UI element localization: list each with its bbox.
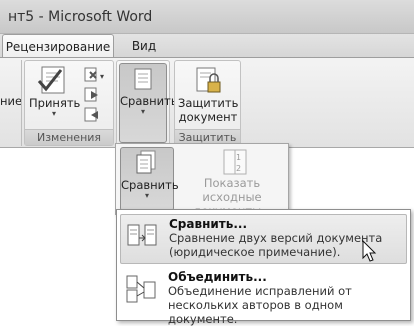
window-title: нт5 - Microsoft Word xyxy=(8,9,153,25)
show-source-label-line1: Показать исходные xyxy=(202,176,262,204)
next-change-button[interactable] xyxy=(83,106,109,124)
compare-ribbon-caret-icon: ▾ xyxy=(140,107,145,116)
changes-group-label: Изменения xyxy=(25,129,113,145)
menu-item-combine-desc-1: Объединение исправлений от xyxy=(168,284,352,298)
window-title-bar: нт5 - Microsoft Word xyxy=(0,0,414,34)
compare-two-versions-icon xyxy=(127,224,157,246)
accept-icon xyxy=(37,66,65,94)
ribbon: ние Принять ▾ ▾ Изменения Сравнить ▾ Защ… xyxy=(0,57,414,148)
show-source-documents-icon: 1 2 xyxy=(223,149,247,175)
next-change-icon xyxy=(84,107,98,122)
lock-icon xyxy=(196,67,221,93)
compare-ribbon-button[interactable]: Сравнить ▾ xyxy=(119,63,178,143)
menu-item-compare-title: Сравнить... xyxy=(169,217,248,231)
reject-icon: ▾ xyxy=(84,67,104,82)
menu-item-combine-desc-2: нескольких авторов в одном документе. xyxy=(168,298,343,326)
svg-text:2: 2 xyxy=(236,164,241,173)
svg-text:▾: ▾ xyxy=(100,72,104,81)
menu-item-compare-desc-2: (юридическое примечание). xyxy=(169,245,341,259)
protect-document-button[interactable]: Защитить документ ▾ xyxy=(178,64,239,138)
ribbon-partial-label: ние xyxy=(0,94,23,108)
compare-menu: Сравнить... Сравнение двух версий докуме… xyxy=(116,209,411,326)
mouse-cursor-icon xyxy=(362,240,377,262)
compare-dropdown: Сравнить ▾ 1 2 Показать исходные докумен… xyxy=(115,143,289,218)
tab-review-label: Рецензирование xyxy=(5,40,111,54)
changes-group: Принять ▾ ▾ Изменения xyxy=(24,60,114,146)
tab-review[interactable]: Рецензирование xyxy=(2,34,114,58)
menu-item-combine-title: Объединить... xyxy=(168,270,267,284)
menu-item-combine[interactable]: Объединить... Объединение исправлений от… xyxy=(120,268,407,326)
compare-ribbon-label: Сравнить xyxy=(120,94,178,108)
ribbon-tab-strip: Рецензирование Вид xyxy=(0,34,414,58)
previous-change-button[interactable] xyxy=(83,86,109,104)
show-source-documents-button[interactable]: 1 2 Показать исходные документы ▾ xyxy=(178,148,286,218)
accept-button[interactable]: Принять ▾ xyxy=(29,64,81,122)
compare-dropdown-caret-icon: ▾ xyxy=(144,191,149,200)
compare-documents-icon xyxy=(136,150,156,174)
compare-group: Сравнить ▾ xyxy=(116,60,178,146)
menu-item-compare-desc-1: Сравнение двух версий документа xyxy=(169,231,383,245)
reject-button[interactable]: ▾ xyxy=(83,66,109,84)
compare-dropdown-button[interactable]: Сравнить ▾ xyxy=(120,147,179,211)
accept-label: Принять xyxy=(29,96,81,110)
accept-caret-icon: ▾ xyxy=(51,109,56,118)
combine-revisions-icon xyxy=(126,275,156,303)
svg-text:1: 1 xyxy=(236,153,241,162)
compare-dropdown-label: Сравнить xyxy=(121,178,179,192)
tab-view-label: Вид xyxy=(131,39,157,53)
protect-label-line1: Защитить xyxy=(178,96,239,110)
tab-view[interactable]: Вид xyxy=(124,34,164,58)
protect-group: Защитить документ ▾ Защитить xyxy=(174,60,241,146)
previous-change-icon xyxy=(84,87,98,102)
compare-icon xyxy=(134,68,152,90)
group-divider xyxy=(21,60,22,146)
